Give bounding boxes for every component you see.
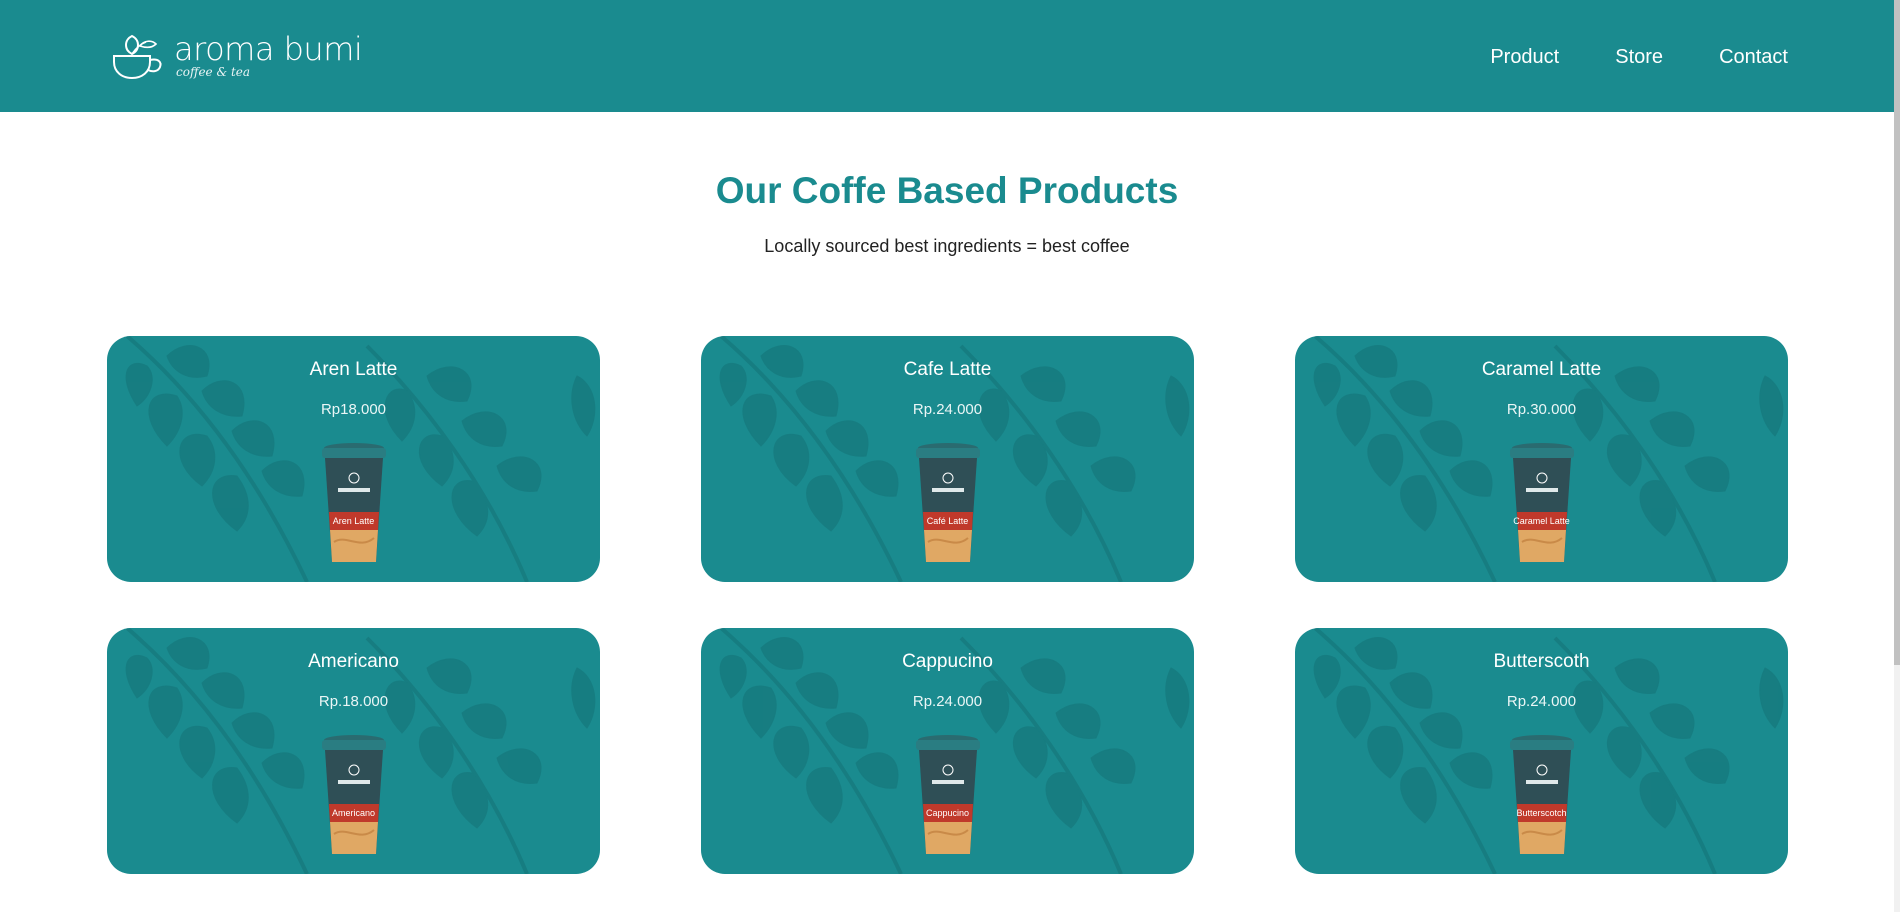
- product-card[interactable]: Aren Latte Rp18.000 Aren Latte: [107, 336, 600, 582]
- coffee-cup-image: Caramel Latte: [1504, 442, 1580, 566]
- cup-label: Café Latte: [926, 516, 969, 526]
- page-title: Our Coffe Based Products: [715, 170, 1179, 211]
- product-card[interactable]: Cafe Latte Rp.24.000 Café Latte: [701, 336, 1194, 582]
- coffee-cup-image: Butterscotch: [1504, 734, 1580, 858]
- vertical-scrollbar[interactable]: [1894, 0, 1900, 912]
- cup-label: Caramel Latte: [1513, 516, 1570, 526]
- product-name: Aren Latte: [309, 359, 398, 380]
- product-card[interactable]: Americano Rp.18.000 Americano: [107, 628, 600, 874]
- page: aroma bumi coffee & tea Product Store Co…: [0, 0, 1900, 912]
- site-header: aroma bumi coffee & tea Product Store Co…: [0, 0, 1894, 112]
- product-name: Butterscoth: [1493, 651, 1590, 672]
- coffee-cup-icon: [321, 735, 386, 854]
- coffee-cup-image: Café Latte: [910, 442, 986, 566]
- coffee-cup-icon: [321, 443, 386, 562]
- product-price: Rp.24.000: [1506, 693, 1577, 710]
- brand-text: aroma bumi coffee & tea: [174, 30, 363, 79]
- teacup-leaf-icon: [113, 34, 162, 80]
- nav-store-link[interactable]: Store: [1615, 44, 1663, 70]
- nav-contact-link[interactable]: Contact: [1719, 44, 1788, 70]
- brand-tagline: coffee & tea: [176, 65, 251, 79]
- product-grid: Aren Latte Rp18.000 Aren Latte Cafe Latt…: [107, 336, 1789, 874]
- product-price: Rp18.000: [320, 401, 387, 418]
- product-name: Cafe Latte: [903, 359, 992, 380]
- product-card[interactable]: Butterscoth Rp.24.000 Butterscotch: [1295, 628, 1788, 874]
- scrollbar-thumb[interactable]: [1894, 0, 1900, 665]
- product-name: Cappucino: [902, 651, 993, 672]
- coffee-cup-icon: [915, 443, 980, 562]
- product-price: Rp.24.000: [912, 693, 983, 710]
- coffee-cup-image: Aren Latte: [316, 442, 392, 566]
- cup-label: Americano: [331, 808, 376, 818]
- main-nav: Product Store Contact: [1490, 44, 1788, 70]
- product-price: Rp.18.000: [318, 693, 389, 710]
- coffee-cup-icon: [915, 735, 980, 854]
- cup-label: Cappucino: [925, 808, 970, 818]
- brand-name: aroma bumi: [174, 30, 363, 68]
- coffee-cup-icon: [1509, 443, 1574, 562]
- product-card[interactable]: Cappucino Rp.24.000 Cappucino: [701, 628, 1194, 874]
- cup-label: Butterscotch: [1516, 808, 1567, 818]
- product-name: Americano: [308, 651, 399, 672]
- coffee-cup-image: Americano: [316, 734, 392, 858]
- product-price: Rp.30.000: [1506, 401, 1577, 418]
- brand-logo[interactable]: aroma bumi coffee & tea: [110, 30, 363, 82]
- coffee-cup-icon: [1509, 735, 1574, 854]
- nav-product-link[interactable]: Product: [1490, 44, 1559, 70]
- product-card[interactable]: Caramel Latte Rp.30.000 Caramel Latte: [1295, 336, 1788, 582]
- product-price: Rp.24.000: [912, 401, 983, 418]
- coffee-cup-image: Cappucino: [910, 734, 986, 858]
- page-subtitle: Locally sourced best ingredients = best …: [764, 236, 1130, 256]
- product-name: Caramel Latte: [1481, 359, 1602, 380]
- cup-label: Aren Latte: [332, 516, 375, 526]
